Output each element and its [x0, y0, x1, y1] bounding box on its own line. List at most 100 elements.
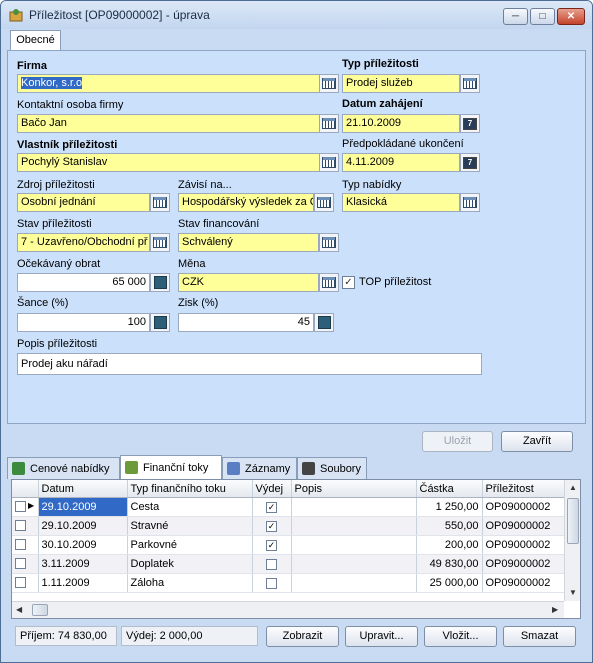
row-select-checkbox[interactable]	[15, 558, 26, 569]
zdroj-field[interactable]: Osobní jednání	[17, 193, 150, 212]
grid-header-row: Datum Typ finančního toku Výdej Popis Čá…	[12, 480, 566, 498]
firma-picker-button[interactable]	[319, 74, 339, 93]
datum-field[interactable]: 21.10.2009	[342, 114, 460, 133]
cell-castka: 49 830,00	[416, 554, 483, 574]
table-icon	[322, 237, 336, 248]
cell-prilezitost: OP09000002	[482, 535, 566, 555]
grid-vertical-scrollbar[interactable]: ▲ ▼	[564, 480, 580, 601]
ukonceni-field[interactable]: 4.11.2009	[342, 153, 460, 172]
zavrit-button[interactable]: Zavřít	[501, 431, 573, 452]
close-icon: ✕	[566, 11, 576, 22]
table-row[interactable]: 1.11.2009 Záloha 25 000,00 OP09000002	[12, 573, 566, 593]
obrat-calculator-button[interactable]	[150, 273, 170, 292]
popis-label: Popis příležitosti	[17, 338, 98, 350]
header-datum[interactable]: Datum	[38, 480, 128, 498]
zavisi-label: Závisí na...	[178, 179, 232, 191]
horizontal-scroll-thumb[interactable]	[32, 604, 48, 616]
vydej-status: Výdej: 2 000,00	[121, 626, 258, 646]
typnab-field[interactable]: Klasická	[342, 193, 460, 212]
tab-soubory[interactable]: Soubory	[297, 457, 367, 479]
vlastnik-picker-button[interactable]	[319, 153, 339, 172]
header-prilezitost[interactable]: Příležitost	[482, 480, 566, 498]
header-typ[interactable]: Typ finančního toku	[127, 480, 253, 498]
tab-zaznamy[interactable]: Záznamy	[222, 457, 297, 479]
row-select-checkbox[interactable]	[15, 520, 26, 531]
zisk-field[interactable]: 45	[178, 313, 314, 332]
stav-field[interactable]: 7 - Uzavřeno/Obchodní př	[17, 233, 150, 252]
typnab-picker-button[interactable]	[460, 193, 480, 212]
vydej-checkbox[interactable]	[266, 577, 277, 589]
cell-datum: 30.10.2009	[38, 535, 128, 555]
minimize-button[interactable]: ─	[503, 8, 528, 25]
zavisi-picker-button[interactable]	[314, 193, 334, 212]
sance-calculator-button[interactable]	[150, 313, 170, 332]
row-select-checkbox[interactable]	[15, 501, 26, 512]
zobrazit-button[interactable]: Zobrazit	[266, 626, 339, 647]
typnab-label: Typ nabídky	[342, 179, 402, 191]
zdroj-picker-button[interactable]	[150, 193, 170, 212]
window: Příležitost [OP09000002] - úprava ─ □ ✕ …	[0, 0, 593, 663]
smazat-button[interactable]: Smazat	[503, 626, 576, 647]
scroll-up-icon: ▲	[569, 483, 577, 492]
table-icon	[153, 197, 167, 208]
table-row[interactable]: 3.11.2009 Doplatek 49 830,00 OP09000002	[12, 554, 566, 574]
obrat-field[interactable]: 65 000	[17, 273, 150, 292]
table-row[interactable]: 29.10.2009 Stravné ✓ 550,00 OP09000002	[12, 516, 566, 536]
close-button[interactable]: ✕	[557, 8, 585, 25]
ukonceni-label: Předpokládané ukončení	[342, 138, 464, 150]
vydej-checkbox[interactable]: ✓	[266, 501, 277, 513]
stavfin-field[interactable]: Schválený	[178, 233, 319, 252]
cell-datum: 29.10.2009	[38, 497, 128, 517]
vlastnik-field[interactable]: Pochylý Stanislav	[17, 153, 321, 172]
grid-horizontal-scrollbar[interactable]: ◀ ▶	[12, 601, 564, 618]
cell-vydej: ✓	[252, 535, 292, 555]
cell-prilezitost: OP09000002	[482, 516, 566, 536]
firma-field[interactable]: Konkor, s.r.o	[17, 74, 321, 93]
sance-field[interactable]: 100	[17, 313, 150, 332]
row-select-checkbox[interactable]	[15, 577, 26, 588]
header-castka[interactable]: Částka	[416, 480, 483, 498]
ulozit-button[interactable]: Uložit	[422, 431, 493, 452]
cell-vydej	[252, 573, 292, 593]
datum-calendar-button[interactable]: 7	[460, 114, 480, 133]
cell-prilezitost: OP09000002	[482, 497, 566, 517]
vydej-checkbox[interactable]: ✓	[266, 539, 277, 551]
typ-field[interactable]: Prodej služeb	[342, 74, 460, 93]
row-selector	[12, 554, 39, 574]
header-vydej[interactable]: Výdej	[252, 480, 292, 498]
zavisi-field[interactable]: Hospodářský výsledek za Q	[178, 193, 314, 212]
zisk-calculator-button[interactable]	[314, 313, 334, 332]
prijem-status: Příjem: 74 830,00	[15, 626, 117, 646]
cell-castka: 550,00	[416, 516, 483, 536]
typ-picker-button[interactable]	[460, 74, 480, 93]
upravit-button[interactable]: Upravit...	[345, 626, 418, 647]
tab-cenove-nabidky[interactable]: Cenové nabídky	[7, 457, 120, 479]
general-form-panel: Firma Konkor, s.r.o Kontaktní osoba firm…	[7, 50, 586, 424]
table-icon	[322, 157, 336, 168]
cell-datum: 29.10.2009	[38, 516, 128, 536]
vydej-checkbox[interactable]: ✓	[266, 520, 277, 532]
table-row[interactable]: 30.10.2009 Parkovné ✓ 200,00 OP09000002	[12, 535, 566, 555]
kontakt-picker-button[interactable]	[319, 114, 339, 133]
stav-picker-button[interactable]	[150, 233, 170, 252]
cell-typ: Parkovné	[127, 535, 253, 555]
maximize-button[interactable]: □	[530, 8, 555, 25]
app-icon	[9, 9, 23, 22]
vydej-checkbox[interactable]	[266, 558, 277, 570]
mena-picker-button[interactable]	[319, 273, 339, 292]
ukonceni-calendar-button[interactable]: 7	[460, 153, 480, 172]
header-popis[interactable]: Popis	[291, 480, 417, 498]
stavfin-picker-button[interactable]	[319, 233, 339, 252]
row-select-checkbox[interactable]	[15, 539, 26, 550]
top-checkbox[interactable]: ✓	[342, 276, 355, 289]
vlozit-button[interactable]: Vložit...	[424, 626, 497, 647]
vertical-scroll-thumb[interactable]	[567, 498, 579, 544]
title-bar: Příležitost [OP09000002] - úprava ─ □ ✕	[1, 1, 592, 29]
tab-obecne[interactable]: Obecné	[10, 30, 61, 51]
current-row-icon: ▶	[28, 501, 35, 510]
table-row[interactable]: ▶ 29.10.2009 Cesta ✓ 1 250,00 OP09000002	[12, 497, 566, 517]
kontakt-field[interactable]: Bačo Jan	[17, 114, 321, 133]
popis-field[interactable]: Prodej aku nářadí	[17, 353, 482, 375]
tab-financni-toky[interactable]: Finanční toky	[120, 455, 222, 479]
mena-field[interactable]: CZK	[178, 273, 319, 292]
